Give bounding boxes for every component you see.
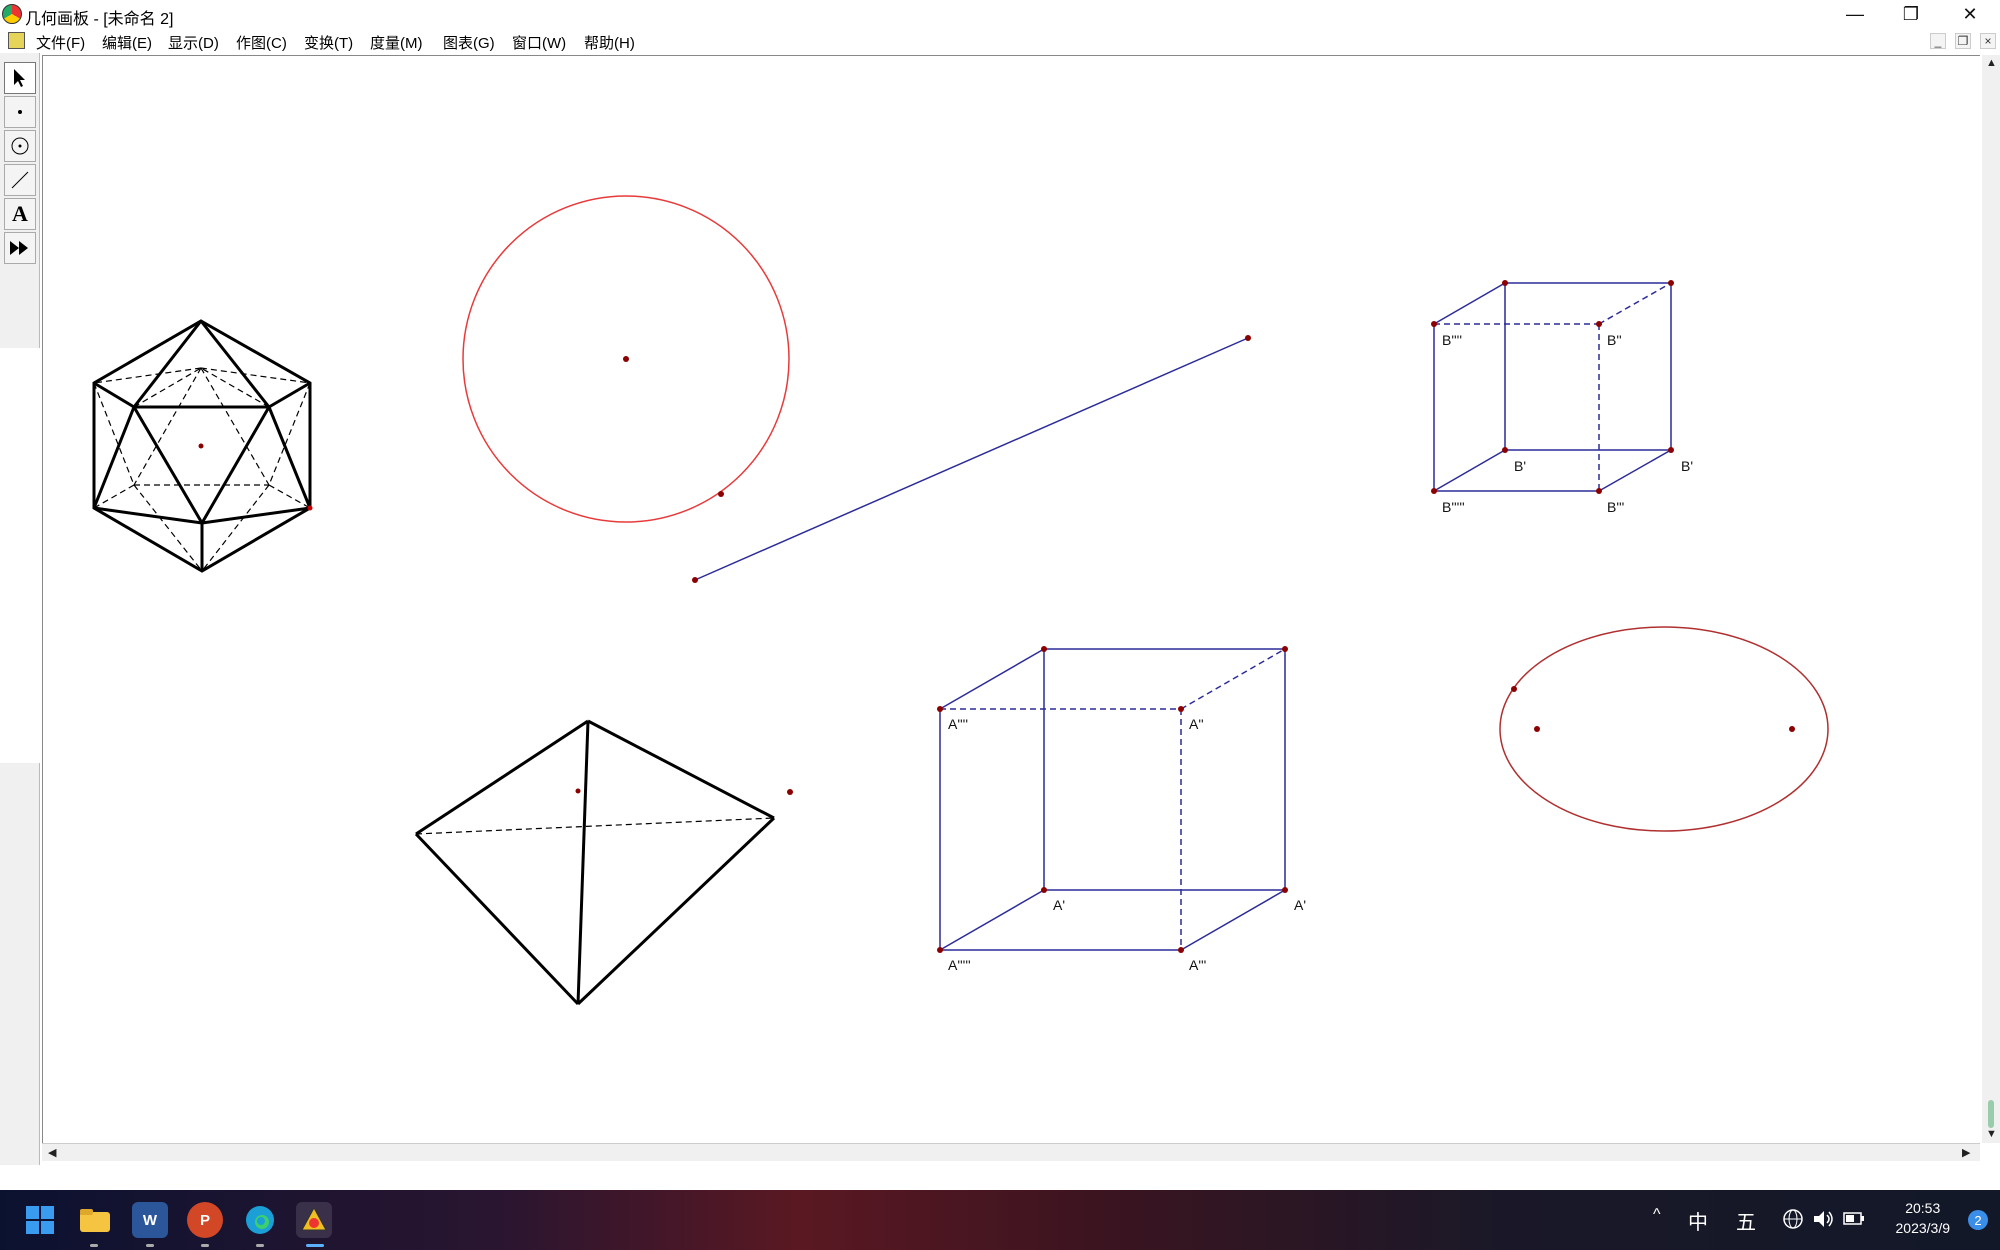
toolbox-panel <box>0 348 40 763</box>
clock-time: 20:53 <box>1905 1200 1941 1216</box>
app-logo-icon <box>2 4 22 24</box>
running-app-indicator <box>256 1244 264 1247</box>
running-app-indicator <box>90 1244 98 1247</box>
ime-mode[interactable]: 五 <box>1736 1206 1756 1235</box>
cube-a-label: A''''' <box>948 957 971 973</box>
cube-a-label: A' <box>1053 897 1065 913</box>
point-icon <box>18 110 22 114</box>
scroll-left-icon[interactable]: ◀ <box>48 1146 56 1159</box>
circle-icon <box>11 137 29 155</box>
scroll-up-icon[interactable]: ▲ <box>1986 57 1997 69</box>
scroll-down-icon[interactable]: ▼ <box>1986 1128 1997 1140</box>
cube-b-label: B''' <box>1607 499 1624 515</box>
menu-window[interactable]: 窗口(W) <box>512 32 566 53</box>
doc-minimize-button[interactable]: _ <box>1930 33 1946 49</box>
active-app-indicator <box>306 1244 324 1247</box>
word-icon[interactable]: W <box>132 1202 168 1238</box>
close-button[interactable]: ✕ <box>1942 0 1998 29</box>
clock[interactable]: 20:53 2023/3/9 <box>1896 1198 1951 1238</box>
menu-bar: 文件(F) 编辑(E) 显示(D) 作图(C) 变换(T) 度量(M) 图表(G… <box>0 29 2000 53</box>
blue-segment[interactable] <box>692 335 1251 583</box>
cube-a-label: A''' <box>1189 957 1206 973</box>
doc-close-button[interactable]: × <box>1980 33 1996 49</box>
scroll-thumb[interactable] <box>1988 1100 1994 1128</box>
sketch-drawing: B'''' B'' B' B' B''''' B''' A'''' A'' A'… <box>92 195 1829 1006</box>
running-app-indicator <box>146 1244 154 1247</box>
icosahedron[interactable] <box>92 319 313 573</box>
document-icon[interactable] <box>8 32 25 49</box>
menu-help[interactable]: 帮助(H) <box>584 32 635 53</box>
arrow-icon <box>14 69 25 87</box>
vertical-scrollbar[interactable]: ▲ ▼ <box>1982 55 2000 1143</box>
cube-b-label: B'''' <box>1442 332 1462 348</box>
menu-graph[interactable]: 图表(G) <box>443 32 495 53</box>
horizontal-scrollbar[interactable]: ◀ ▶ <box>42 1143 1980 1161</box>
menu-construct[interactable]: 作图(C) <box>236 32 287 53</box>
toolbox: A <box>0 53 40 1165</box>
window-title: 几何画板 - [未命名 2] <box>25 11 174 28</box>
sketch-canvas[interactable]: B'''' B'' B' B' B''''' B''' A'''' A'' A'… <box>42 55 1980 1143</box>
menu-file[interactable]: 文件(F) <box>36 32 85 53</box>
edge-icon[interactable] <box>242 1202 278 1238</box>
red-circle[interactable] <box>462 195 790 523</box>
ime-language[interactable]: 中 <box>1688 1206 1708 1235</box>
menu-display[interactable]: 显示(D) <box>168 32 219 53</box>
volume-icon[interactable] <box>1812 1208 1836 1234</box>
cube-b-label: B''''' <box>1442 499 1465 515</box>
geometers-sketchpad-icon[interactable] <box>296 1202 332 1238</box>
running-app-indicator <box>201 1244 209 1247</box>
cube-a-label: A' <box>1294 897 1306 913</box>
title-bar: 几何画板 - [未命名 2] — ❐ ✕ <box>0 0 2000 29</box>
segment-icon <box>11 171 29 189</box>
powerpoint-icon[interactable]: P <box>187 1202 223 1238</box>
battery-icon[interactable] <box>1843 1211 1865 1231</box>
straightedge-tool[interactable] <box>4 164 36 196</box>
taskbar: W P ^ 中 五 20:53 2023/3/9 2 <box>0 1190 2000 1250</box>
notification-badge[interactable]: 2 <box>1968 1210 1988 1230</box>
menu-measure[interactable]: 度量(M) <box>370 32 423 53</box>
network-icon[interactable] <box>1782 1208 1804 1234</box>
cube-b-label: B'' <box>1607 332 1622 348</box>
tray-chevron-icon[interactable]: ^ <box>1653 1206 1661 1224</box>
tetrahedron[interactable] <box>414 719 793 1006</box>
point-tool[interactable] <box>4 96 36 128</box>
ellipse[interactable] <box>1499 626 1829 832</box>
compass-tool[interactable] <box>4 130 36 162</box>
menu-edit[interactable]: 编辑(E) <box>102 32 152 53</box>
start-icon[interactable] <box>22 1202 58 1238</box>
scroll-right-icon[interactable]: ▶ <box>1962 1146 1970 1159</box>
file-explorer-icon[interactable] <box>77 1202 113 1238</box>
text-tool[interactable]: A <box>4 198 36 230</box>
restore-button[interactable]: ❐ <box>1883 0 1939 29</box>
doc-restore-button[interactable]: ❐ <box>1955 33 1971 49</box>
fast-forward-icon <box>10 241 28 255</box>
arrow-select-tool[interactable] <box>4 62 36 94</box>
minimize-button[interactable]: — <box>1827 0 1883 29</box>
clock-date: 2023/3/9 <box>1895 1220 1951 1236</box>
cube-a-label: A'' <box>1189 716 1204 732</box>
menu-transform[interactable]: 变换(T) <box>304 32 353 53</box>
text-icon: A <box>12 201 28 226</box>
custom-tool[interactable] <box>4 232 36 264</box>
cube-a[interactable] <box>937 646 1288 953</box>
cube-b-label: B' <box>1681 458 1693 474</box>
cube-a-label: A'''' <box>948 716 968 732</box>
cube-b[interactable] <box>1431 280 1674 494</box>
cube-b-label: B' <box>1514 458 1526 474</box>
